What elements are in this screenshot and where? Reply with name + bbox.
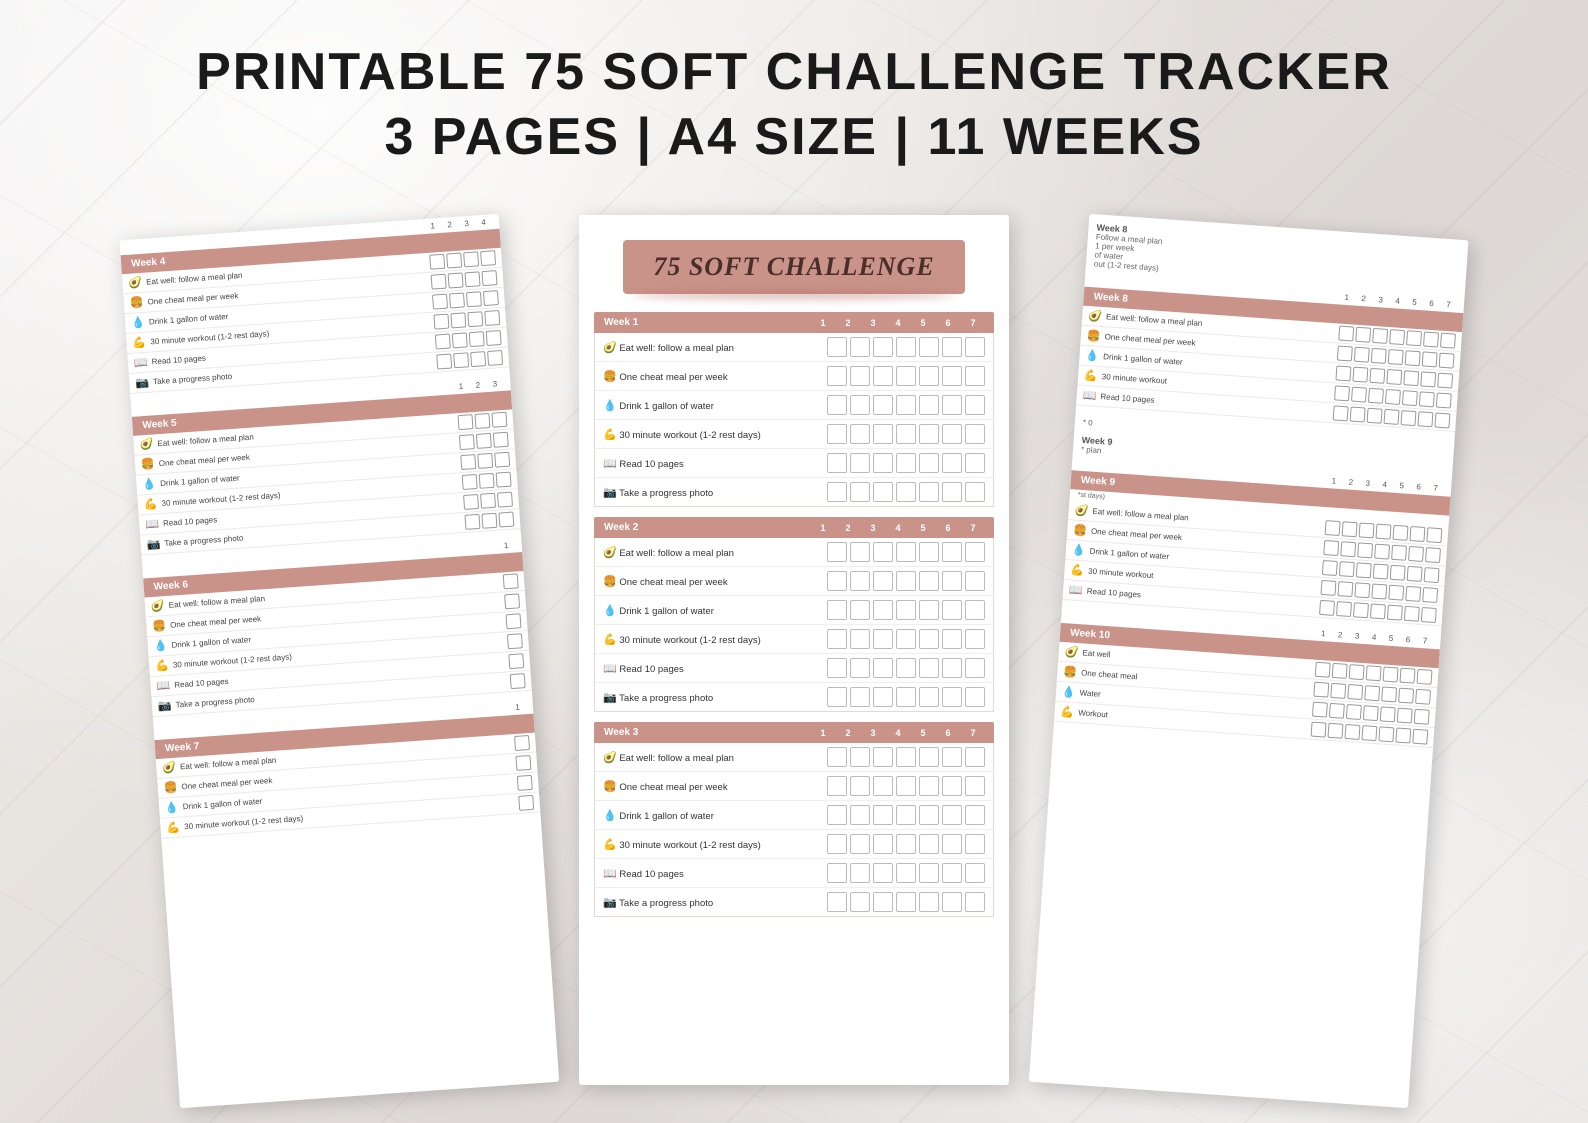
week5-section: Week 5 🥑 Eat well: follow a meal plan 🍔 … — [132, 390, 521, 555]
habit-row: 💧 Drink 1 gallon of water — [595, 801, 993, 830]
habit-row: 📖 Read 10 pages — [595, 859, 993, 888]
week2-header: Week 2 1 2 3 4 5 6 7 — [594, 517, 994, 538]
habit-row: 📷 Take a progress photo — [595, 478, 993, 506]
challenge-banner: 75 SOFT CHALLENGE — [623, 240, 964, 294]
habit-row: 🍔 One cheat meal per week — [595, 567, 993, 596]
main-title: PRINTABLE 75 SOFT CHALLENGE TRACKER 3 PA… — [0, 40, 1588, 170]
week1-habits: 🥑 Eat well: follow a meal plan 🍔 One che… — [594, 333, 994, 507]
pages-container: 1 2 3 4 Week 4 🥑 Eat well: follow a meal… — [0, 215, 1588, 1085]
week1-header: Week 1 1 2 3 4 5 6 7 — [594, 312, 994, 333]
center-week3: Week 3 1 2 3 4 5 6 7 🥑 Eat well: follow … — [594, 722, 994, 917]
habit-row: 🥑 Eat well: follow a meal plan — [595, 743, 993, 772]
challenge-title: 75 SOFT CHALLENGE — [653, 252, 934, 281]
habit-row: 💪 30 minute workout (1-2 rest days) — [595, 830, 993, 859]
week4-section: Week 4 🥑 Eat well: follow a meal plan 🍔 … — [121, 229, 510, 394]
habit-row: 🥑 Eat well: follow a meal plan — [595, 538, 993, 567]
week3-header: Week 3 1 2 3 4 5 6 7 — [594, 722, 994, 743]
habit-row: 📖 Read 10 pages — [595, 654, 993, 683]
habit-row: 💪 30 minute workout (1-2 rest days) — [595, 420, 993, 449]
habit-row: 📷 Take a progress photo — [595, 888, 993, 916]
right-week8-section: Week 8 🥑 Eat well: follow a meal plan 🍔 … — [1076, 287, 1463, 432]
center-week2: Week 2 1 2 3 4 5 6 7 🥑 Eat well: follow … — [594, 517, 994, 712]
center-content: Week 1 1 2 3 4 5 6 7 🥑 Eat well: follow … — [579, 312, 1009, 942]
week2-habits: 🥑 Eat well: follow a meal plan 🍔 One che… — [594, 538, 994, 712]
tracker-page-right: Week 8 Follow a meal plan 1 per week of … — [1029, 214, 1469, 1108]
right-week9-section: Week 9 *st days) 🥑 Eat well: follow a me… — [1062, 470, 1450, 626]
center-week1: Week 1 1 2 3 4 5 6 7 🥑 Eat well: follow … — [594, 312, 994, 507]
habit-row: 📷 Take a progress photo — [595, 683, 993, 711]
habit-row: 💪 30 minute workout (1-2 rest days) — [595, 625, 993, 654]
habit-row: 🍔 One cheat meal per week — [595, 362, 993, 391]
habit-row: 🥑 Eat well: follow a meal plan — [595, 333, 993, 362]
habit-row: 💧 Drink 1 gallon of water — [595, 596, 993, 625]
habit-row: 🍔 One cheat meal per week — [595, 772, 993, 801]
habit-row: 📖 Read 10 pages — [595, 449, 993, 478]
habit-row: 💧 Drink 1 gallon of water — [595, 391, 993, 420]
title-line1: PRINTABLE 75 SOFT CHALLENGE TRACKER — [0, 40, 1588, 105]
tracker-page-left: 1 2 3 4 Week 4 🥑 Eat well: follow a meal… — [119, 214, 559, 1108]
tracker-page-center: 75 SOFT CHALLENGE Week 1 1 2 3 4 5 6 7 — [579, 215, 1009, 1085]
title-line2: 3 PAGES | A4 SIZE | 11 WEEKS — [0, 105, 1588, 170]
banner-wrap: 75 SOFT CHALLENGE — [579, 215, 1009, 312]
week3-habits: 🥑 Eat well: follow a meal plan 🍔 One che… — [594, 743, 994, 917]
week6-section: Week 6 🥑 Eat well: follow a meal plan 🍔 … — [143, 552, 532, 717]
